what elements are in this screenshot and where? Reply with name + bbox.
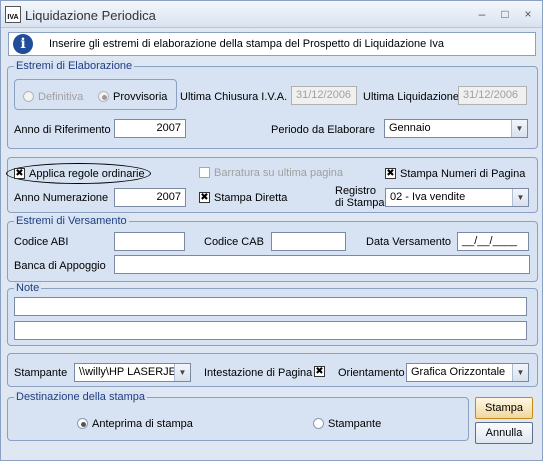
abi-label: Codice ABI (14, 236, 69, 248)
periodo-select[interactable]: Gennaio ▼ (384, 119, 528, 138)
cab-label: Codice CAB (204, 236, 264, 248)
intestazione-label: Intestazione di Pagina (204, 367, 313, 379)
provvisoria-label: Provvisoria (113, 91, 168, 103)
note-line-1[interactable] (14, 297, 527, 316)
definitiva-radio[interactable] (23, 91, 34, 102)
registro-label-2: di Stampa (335, 197, 385, 209)
minimize-button[interactable]: – (474, 6, 490, 22)
versamento-legend: Estremi di Versamento (14, 215, 129, 227)
ultima-liquidazione-label: Ultima Liquidazione (363, 91, 459, 103)
registro-label-1: Registro (335, 185, 376, 197)
app-icon: IVA (5, 6, 21, 23)
anno-numerazione-label: Anno Numerazione (14, 192, 109, 204)
provvisoria-radio[interactable] (98, 91, 109, 102)
chevron-down-icon[interactable]: ▼ (511, 120, 527, 137)
destinazione-legend: Destinazione della stampa (14, 391, 148, 403)
stampante-select[interactable]: \\willy\HP LASERJE ▼ (74, 363, 191, 382)
orientamento-select[interactable]: Grafica Orizzontale ▼ (406, 363, 529, 382)
window-title: Liquidazione Periodica (25, 8, 156, 23)
chevron-down-icon[interactable]: ▼ (512, 364, 528, 381)
anteprima-radio[interactable] (77, 418, 88, 429)
applica-regole-checkbox[interactable]: ✖ (14, 168, 25, 179)
stampante-label: Stampante (14, 367, 68, 379)
anno-numerazione-input[interactable]: 2007 (114, 188, 186, 207)
note-legend: Note (14, 282, 42, 294)
periodo-value: Gennaio (389, 122, 431, 134)
info-icon: i (13, 34, 33, 54)
stampante-value: \\willy\HP LASERJE (79, 366, 176, 378)
ultima-liquidazione-field[interactable]: 31/12/2006 (458, 86, 527, 105)
dialog-window: IVA Liquidazione Periodica – □ × i Inser… (0, 0, 543, 461)
stampa-diretta-checkbox[interactable]: ✖ (199, 192, 210, 203)
note-line-2[interactable] (14, 321, 527, 340)
annulla-button[interactable]: Annulla (475, 422, 533, 444)
abi-input[interactable] (114, 232, 185, 251)
info-text: Inserire gli estremi di elaborazione del… (49, 38, 445, 50)
stampa-numeri-checkbox[interactable]: ✖ (385, 168, 396, 179)
destinazione-group: Destinazione della stampa (7, 391, 469, 441)
intestazione-checkbox[interactable]: ✖ (314, 366, 325, 377)
chevron-down-icon[interactable]: ▼ (512, 189, 528, 206)
banca-input[interactable] (114, 255, 530, 274)
registro-select[interactable]: 02 - Iva vendite ▼ (385, 188, 529, 207)
ultima-chiusura-label: Ultima Chiusura I.V.A. (180, 91, 288, 103)
stampa-diretta-label: Stampa Diretta (214, 192, 288, 204)
ultima-chiusura-field[interactable]: 31/12/2006 (291, 86, 357, 105)
data-versamento-input[interactable]: __/__/____ (457, 232, 529, 251)
stampante-radio[interactable] (313, 418, 324, 429)
applica-regole-label: Applica regole ordinarie (29, 168, 145, 180)
info-bar: i Inserire gli estremi di elaborazione d… (8, 32, 536, 56)
orientamento-value: Grafica Orizzontale (411, 366, 506, 378)
maximize-button[interactable]: □ (497, 6, 513, 22)
orientamento-label: Orientamento (338, 367, 405, 379)
definitiva-label: Definitiva (38, 91, 84, 103)
anteprima-label: Anteprima di stampa (92, 418, 193, 430)
stampa-button[interactable]: Stampa (475, 397, 533, 419)
anno-riferimento-label: Anno di Riferimento (14, 124, 111, 136)
cab-input[interactable] (271, 232, 346, 251)
elaborazione-legend: Estremi di Elaborazione (14, 60, 135, 72)
barratura-checkbox[interactable] (199, 167, 210, 178)
data-versamento-label: Data Versamento (366, 236, 451, 248)
anno-riferimento-input[interactable]: 2007 (114, 119, 186, 138)
banca-label: Banca di Appoggio (14, 260, 106, 272)
barratura-label: Barratura su ultima pagina (214, 167, 344, 179)
registro-value: 02 - Iva vendite (390, 191, 466, 203)
stampa-numeri-label: Stampa Numeri di Pagina (400, 168, 526, 180)
stampante-radio-label: Stampante (328, 418, 382, 430)
chevron-down-icon[interactable]: ▼ (174, 364, 190, 381)
close-button[interactable]: × (520, 6, 536, 22)
title-bar: IVA Liquidazione Periodica – □ × (1, 1, 542, 28)
periodo-label: Periodo da Elaborare (271, 124, 375, 136)
